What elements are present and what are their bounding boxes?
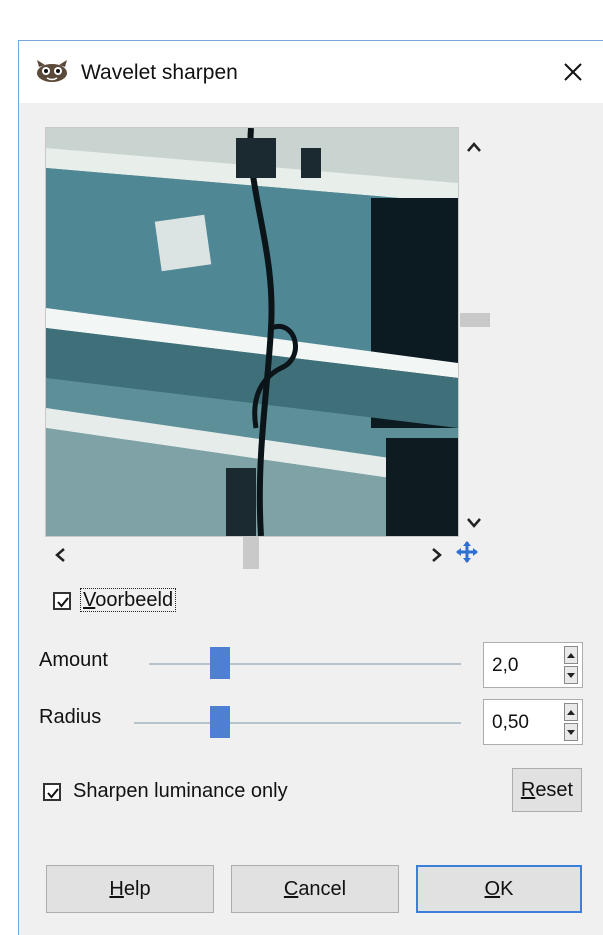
amount-slider-track[interactable] <box>149 663 461 665</box>
gimp-wilber-icon <box>37 60 67 82</box>
horizontal-scrollbar-thumb[interactable] <box>243 537 259 569</box>
chevron-right-icon <box>432 548 442 562</box>
wavelet-sharpen-dialog: Wavelet sharpen Voorbeeld Amount 2,0 Rad… <box>18 40 603 935</box>
checkmark-icon <box>47 788 59 799</box>
scroll-down-button[interactable] <box>467 511 481 531</box>
ok-button[interactable]: OK <box>416 865 582 913</box>
amount-slider-thumb[interactable] <box>210 647 230 679</box>
radius-increment-button[interactable] <box>564 703 578 721</box>
amount-spinbox[interactable]: 2,0 <box>483 642 583 688</box>
triangle-up-icon <box>567 652 575 658</box>
radius-slider-thumb[interactable] <box>210 706 230 738</box>
luminance-checkbox[interactable] <box>43 783 61 801</box>
chevron-down-icon <box>467 518 481 528</box>
chevron-up-icon <box>467 142 481 152</box>
preview-checkbox[interactable] <box>53 592 71 610</box>
amount-increment-button[interactable] <box>564 646 578 664</box>
radius-value[interactable]: 0,50 <box>492 712 529 734</box>
triangle-up-icon <box>567 709 575 715</box>
vertical-scrollbar-thumb[interactable] <box>460 313 490 327</box>
scroll-left-button[interactable] <box>55 545 65 565</box>
title-bar[interactable]: Wavelet sharpen <box>19 41 603 103</box>
window-title: Wavelet sharpen <box>81 61 238 84</box>
move-arrows-icon[interactable] <box>456 541 478 563</box>
help-button[interactable]: Help <box>46 865 214 913</box>
amount-value[interactable]: 2,0 <box>492 655 518 677</box>
luminance-checkbox-label[interactable]: Sharpen luminance only <box>73 780 288 803</box>
triangle-down-icon <box>567 729 575 735</box>
scroll-right-button[interactable] <box>432 545 442 565</box>
triangle-down-icon <box>567 672 575 678</box>
amount-decrement-button[interactable] <box>564 666 578 684</box>
checkmark-icon <box>57 597 69 608</box>
reset-button[interactable]: Reset <box>512 768 582 812</box>
radius-label: Radius <box>39 706 102 728</box>
radius-slider-track[interactable] <box>134 722 461 724</box>
close-button[interactable] <box>543 41 603 103</box>
preview-photo <box>46 128 458 536</box>
preview-checkbox-label[interactable]: Voorbeeld <box>79 588 177 612</box>
chevron-left-icon <box>55 548 65 562</box>
cancel-button[interactable]: Cancel <box>231 865 399 913</box>
amount-label: Amount <box>39 649 108 671</box>
scroll-up-button[interactable] <box>467 135 481 155</box>
preview-image[interactable] <box>45 127 459 537</box>
radius-spinbox[interactable]: 0,50 <box>483 699 583 745</box>
radius-decrement-button[interactable] <box>564 723 578 741</box>
close-icon <box>564 63 582 81</box>
